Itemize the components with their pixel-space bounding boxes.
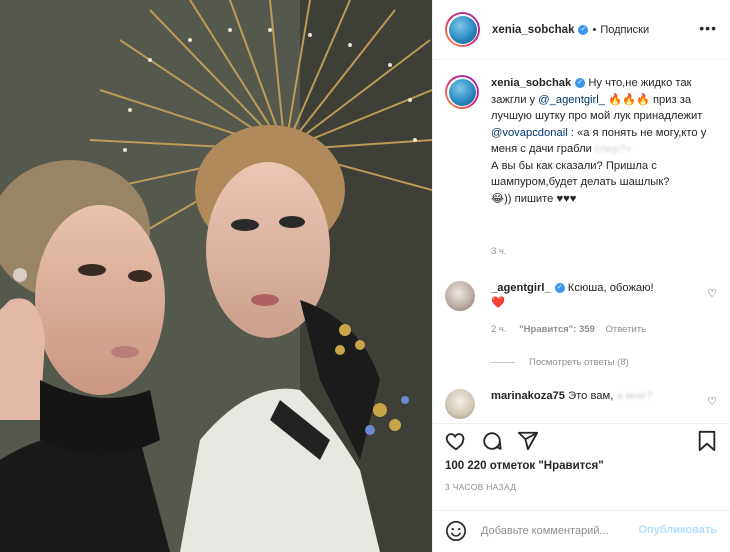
emoji-smiley-icon[interactable] <box>445 520 467 542</box>
post-header: xenia_sobchak ✓ • Подписки ••• <box>433 0 730 60</box>
commenter-avatar[interactable] <box>445 281 475 311</box>
commenter-username[interactable]: _agentgirl_ <box>491 282 551 294</box>
comment-item: _agentgirl_ ✓ Ксюша, обожаю! ❤️ ♡ <box>445 281 719 311</box>
comment-bubble-icon[interactable] <box>481 430 503 452</box>
more-options-icon[interactable]: ••• <box>699 21 717 35</box>
comment-time[interactable]: 2 ч. <box>491 324 507 335</box>
like-comment-icon[interactable]: ♡ <box>707 395 717 408</box>
author-avatar[interactable] <box>448 15 477 44</box>
verified-badge-icon: ✓ <box>578 24 589 35</box>
post-photo[interactable] <box>0 0 432 552</box>
bookmark-icon[interactable] <box>697 430 717 452</box>
comment-text: marinakoza75 Это вам, а мне? <box>491 389 719 404</box>
caption-time[interactable]: 3 ч. <box>491 246 507 257</box>
photo-illustration <box>0 0 432 552</box>
caption-part5: )) пишите ♥♥♥ <box>504 192 577 205</box>
caption-part4: А вы бы как сказали? Пришла с шампуром,б… <box>491 159 670 189</box>
view-replies[interactable]: Посмотреть ответы (8) <box>491 357 629 368</box>
author-username[interactable]: xenia_sobchak <box>492 24 574 36</box>
post-caption: xenia_sobchak ✓ Ну что,не жидко так зажгл… <box>445 75 715 207</box>
laugh-emoji: 😂 <box>491 192 505 205</box>
separator-dot: • <box>592 23 597 36</box>
comment-blurred-text: а мне? <box>616 390 653 402</box>
caption-blurred-text: спер?» <box>594 143 632 155</box>
caption-avatar-ring[interactable] <box>445 75 479 109</box>
comment-item: marinakoza75 Это вам, а мне? ♡ <box>445 389 719 419</box>
comment-body: Ксюша, обожаю! <box>567 282 654 294</box>
share-paper-plane-icon[interactable] <box>517 430 539 452</box>
post-side-panel: xenia_sobchak ✓ • Подписки ••• xenia_sob… <box>432 0 730 552</box>
author-avatar-ring[interactable] <box>445 12 480 47</box>
comment-text: _agentgirl_ ✓ Ксюша, обожаю! ❤️ <box>491 281 719 311</box>
comment-input[interactable] <box>481 521 661 541</box>
like-comment-icon[interactable]: ♡ <box>707 287 717 300</box>
following-button[interactable]: Подписки <box>600 24 649 36</box>
comments-section[interactable]: xenia_sobchak ✓ Ну что,не жидко так зажгл… <box>433 61 730 423</box>
view-replies-label[interactable]: Посмотреть ответы (8) <box>529 357 629 368</box>
commenter-avatar[interactable] <box>445 389 475 419</box>
comment-body: Это вам, <box>568 390 614 402</box>
commenter-username[interactable]: marinakoza75 <box>491 390 565 402</box>
mention-agentgirl[interactable]: @_agentgirl_ <box>538 94 605 106</box>
post-actions: 100 220 отметок "Нравится" 3 ЧАСОВ НАЗАД <box>433 423 730 511</box>
add-comment-bar: Опубликовать <box>433 510 730 552</box>
caption-verified-icon: ✓ <box>575 78 586 89</box>
caption-avatar[interactable] <box>448 78 476 106</box>
heart-emoji: ❤️ <box>491 297 505 309</box>
comment-meta: 2 ч. "Нравится": 359 Ответить <box>491 324 656 335</box>
commenter-verified-icon: ✓ <box>554 283 565 294</box>
replies-line <box>491 362 515 363</box>
caption-text: xenia_sobchak ✓ Ну что,не жидко так зажгл… <box>491 75 715 207</box>
mention-vovapcdonail[interactable]: @vovapcdonail <box>491 127 568 139</box>
reply-button[interactable]: Ответить <box>605 324 646 335</box>
like-heart-icon[interactable] <box>445 430 467 452</box>
publish-button[interactable]: Опубликовать <box>638 524 717 536</box>
likes-count[interactable]: 100 220 отметок "Нравится" <box>445 460 604 472</box>
fire-emoji: 🔥🔥🔥 <box>608 93 650 106</box>
comment-likes[interactable]: "Нравится": 359 <box>519 324 595 335</box>
post-timestamp[interactable]: 3 ЧАСОВ НАЗАД <box>445 482 516 492</box>
caption-username[interactable]: xenia_sobchak <box>491 77 571 89</box>
